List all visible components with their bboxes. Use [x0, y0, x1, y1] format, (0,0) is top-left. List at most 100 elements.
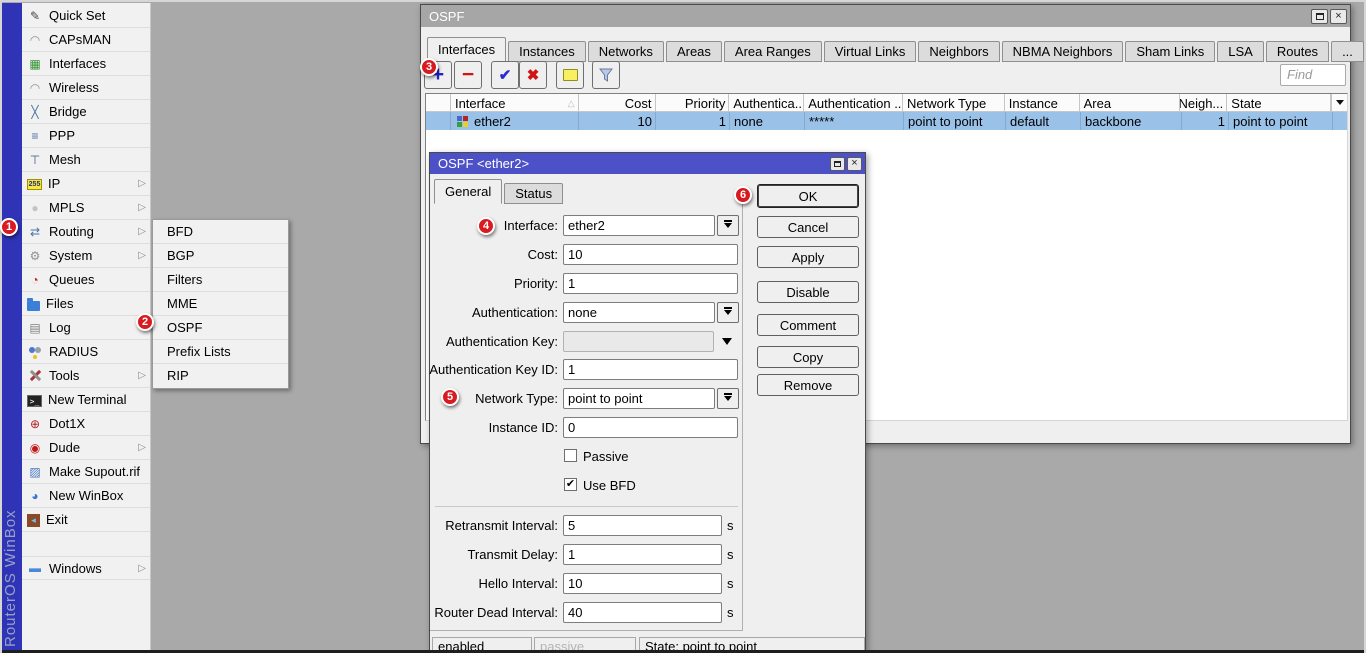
table-row[interactable]: ether2101none*****point to pointdefaultb… [426, 112, 1347, 130]
transmit-delay-input[interactable] [563, 544, 722, 565]
field-row-cost: Cost: [430, 244, 742, 265]
sidebar-item-system[interactable]: ⚙System▷ [22, 244, 150, 268]
cancel-button[interactable]: Cancel [757, 216, 859, 238]
disable-button[interactable]: ✖ [519, 61, 547, 89]
sidebar-item-dude[interactable]: ◉Dude▷ [22, 436, 150, 460]
sidebar-item-queues[interactable]: ◔Queues [22, 268, 150, 292]
column-header-priority[interactable]: Priority [656, 94, 730, 111]
column-header-network-type[interactable]: Network Type [903, 94, 1005, 111]
submenu-item-filters[interactable]: Filters [153, 268, 288, 292]
priority-input[interactable] [563, 273, 738, 294]
sidebar-item-bridge[interactable]: ╳Bridge [22, 100, 150, 124]
sidebar-item-radius[interactable]: RADIUS [22, 340, 150, 364]
cost-input[interactable] [563, 244, 738, 265]
dialog-close-button[interactable]: × [847, 157, 862, 171]
tab-areas[interactable]: Areas [666, 41, 722, 62]
sidebar-item-log[interactable]: ▤Log [22, 316, 150, 340]
disable-button[interactable]: Disable [757, 281, 859, 303]
interface-input[interactable] [563, 215, 715, 236]
sidebar-item-ip[interactable]: 255IP▷ [22, 172, 150, 196]
sidebar-item-exit[interactable]: ◂Exit [22, 508, 150, 532]
maximize-button[interactable] [1311, 9, 1328, 24]
passive-checkbox[interactable] [564, 449, 577, 462]
ok-button[interactable]: OK [757, 184, 859, 208]
column-header-neigh[interactable]: Neigh... [1180, 94, 1227, 111]
sidebar-item-quick-set[interactable]: ✎Quick Set [22, 4, 150, 28]
router-dead-interval-input[interactable] [563, 602, 722, 623]
tab-instances[interactable]: Instances [508, 41, 586, 62]
dialog-tab-general[interactable]: General [434, 179, 502, 204]
sidebar-item-ppp[interactable]: ≡PPP [22, 124, 150, 148]
tab-area-ranges[interactable]: Area Ranges [724, 41, 822, 62]
column-header-instance[interactable]: Instance [1005, 94, 1080, 111]
dropdown-button[interactable] [717, 215, 739, 236]
apply-button[interactable]: Apply [757, 246, 859, 268]
sidebar-item-files[interactable]: Files [22, 292, 150, 316]
checkbox-label: Use BFD [583, 478, 636, 493]
sidebar-item-mesh[interactable]: ⊤Mesh [22, 148, 150, 172]
dropdown-button[interactable] [717, 302, 739, 323]
dialog-titlebar[interactable]: OSPF <ether2> × [430, 153, 865, 174]
sidebar-item-new-terminal[interactable]: >_New Terminal [22, 388, 150, 412]
submenu-item-bgp[interactable]: BGP [153, 244, 288, 268]
column-header-area[interactable]: Area [1080, 94, 1181, 111]
column-header-authentica[interactable]: Authentica... [729, 94, 804, 111]
dialog-maximize-button[interactable] [830, 157, 845, 171]
column-header-select[interactable] [426, 94, 451, 111]
instance-id-input[interactable] [563, 417, 738, 438]
hello-interval-input[interactable] [563, 573, 722, 594]
dialog-tab-status[interactable]: Status [504, 183, 563, 204]
column-header-state[interactable]: State [1227, 94, 1331, 111]
network-type-input[interactable] [563, 388, 715, 409]
submenu-arrow-icon: ▷ [138, 250, 146, 261]
submenu-item-ospf[interactable]: OSPF [153, 316, 288, 340]
submenu-item-mme[interactable]: MME [153, 292, 288, 316]
sidebar-item-windows[interactable]: ▬Windows▷ [22, 556, 150, 580]
sidebar-item-tools[interactable]: Tools▷ [22, 364, 150, 388]
enable-button[interactable]: ✔ [491, 61, 519, 89]
sidebar-item-mpls[interactable]: ●MPLS▷ [22, 196, 150, 220]
retransmit-interval-input[interactable] [563, 515, 722, 536]
column-header-cost[interactable]: Cost [579, 94, 656, 111]
use-bfd-checkbox[interactable]: ✔ [564, 478, 577, 491]
copy-button[interactable]: Copy [757, 346, 859, 368]
sidebar-item-wireless[interactable]: ◠Wireless [22, 76, 150, 100]
remove-button[interactable]: Remove [757, 374, 859, 396]
submenu-item-bfd[interactable]: BFD [153, 220, 288, 244]
remove-button[interactable]: − [454, 61, 482, 89]
table-header: Interface△ Cost PriorityAuthentica...Authe… [426, 94, 1347, 112]
tab-[interactable]: ... [1331, 41, 1364, 62]
ospf-window-titlebar[interactable]: OSPF × [421, 5, 1350, 27]
tab-routes[interactable]: Routes [1266, 41, 1329, 62]
tab-virtual-links[interactable]: Virtual Links [824, 41, 917, 62]
tab-nbma-neighbors[interactable]: NBMA Neighbors [1002, 41, 1124, 62]
sidebar-item-capsman[interactable]: ◠CAPsMAN [22, 28, 150, 52]
column-chooser-button[interactable] [1331, 94, 1347, 111]
submenu-item-rip[interactable]: RIP [153, 364, 288, 388]
find-input[interactable]: Find [1280, 64, 1346, 86]
close-button[interactable]: × [1330, 9, 1347, 24]
column-header-interface[interactable]: Interface△ [451, 94, 579, 111]
sidebar-item-label: Quick Set [49, 8, 105, 23]
tab-lsa[interactable]: LSA [1217, 41, 1264, 62]
dropdown-button[interactable] [717, 388, 739, 409]
authentication-input[interactable] [563, 302, 715, 323]
tab-sham-links[interactable]: Sham Links [1125, 41, 1215, 62]
winbox-icon: ◕ [27, 488, 43, 504]
sidebar-item-routing[interactable]: ⇄Routing▷ [22, 220, 150, 244]
column-header-authentication[interactable]: Authentication ... [804, 94, 903, 111]
sidebar-item-interfaces[interactable]: ▦Interfaces [22, 52, 150, 76]
column-header-label: Cost [625, 96, 652, 111]
dropdown-arrow-icon[interactable] [722, 338, 732, 350]
sidebar-item-make-supout-rif[interactable]: ▨Make Supout.rif [22, 460, 150, 484]
sidebar-item-dot1x[interactable]: ⊕Dot1X [22, 412, 150, 436]
filter-button[interactable] [592, 61, 620, 89]
tab-networks[interactable]: Networks [588, 41, 664, 62]
comment-button[interactable] [556, 61, 584, 89]
sidebar-item-new-winbox[interactable]: ◕New WinBox [22, 484, 150, 508]
tab-interfaces[interactable]: Interfaces [427, 37, 506, 62]
submenu-item-prefix-lists[interactable]: Prefix Lists [153, 340, 288, 364]
comment-button[interactable]: Comment [757, 314, 859, 336]
authentication-key-id-input[interactable] [563, 359, 738, 380]
tab-neighbors[interactable]: Neighbors [918, 41, 999, 62]
